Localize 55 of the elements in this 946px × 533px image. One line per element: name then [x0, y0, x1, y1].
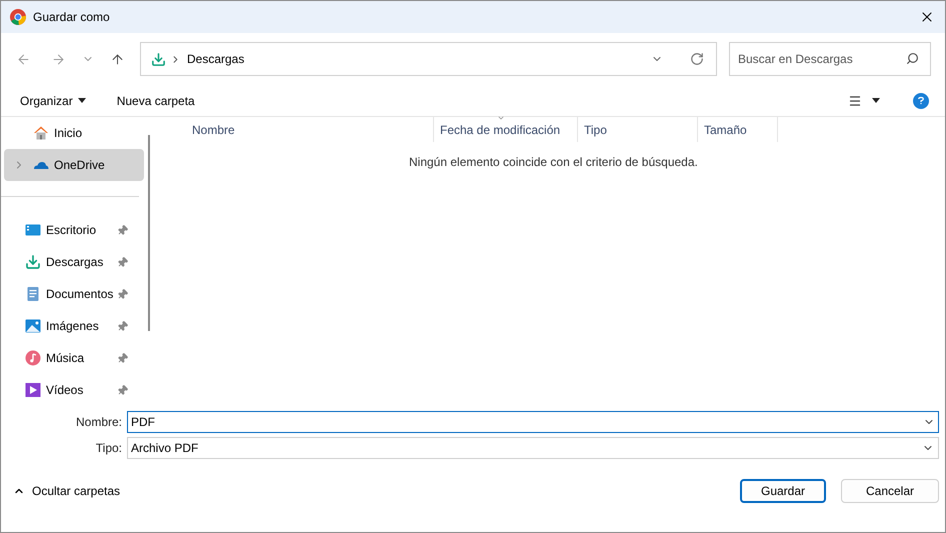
cancel-button[interactable]: Cancelar [841, 479, 939, 503]
dropdown-arrow-icon [78, 98, 86, 103]
view-options-button[interactable] [848, 94, 880, 108]
window-title: Guardar como [33, 9, 110, 26]
up-icon[interactable] [110, 52, 125, 66]
dropdown-arrow-icon [872, 98, 880, 103]
sidebar-item[interactable]: OneDrive [4, 149, 144, 181]
refresh-icon[interactable] [690, 52, 704, 66]
search-icon [906, 52, 919, 65]
help-icon[interactable] [913, 92, 929, 108]
sidebar-item[interactable]: Música [1, 342, 144, 374]
search-field[interactable]: Buscar en Descargas [729, 42, 931, 76]
sidebar-item[interactable]: Inicio [4, 117, 144, 149]
video-icon [25, 382, 41, 398]
sidebar-item[interactable]: Documentos [1, 278, 144, 310]
address-bar[interactable]: Descargas [140, 42, 717, 76]
sidebar-label: Documentos [46, 286, 114, 303]
hide-folders-button[interactable]: Ocultar carpetas [13, 482, 120, 500]
sidebar-label: Escritorio [46, 222, 98, 239]
column-header[interactable]: Nombre [151, 117, 434, 142]
desktop-icon [25, 222, 41, 238]
sidebar-label: Vídeos [46, 382, 84, 399]
forward-icon[interactable] [51, 52, 66, 66]
column-header[interactable]: Fecha de modificación [434, 117, 578, 142]
download-icon [151, 52, 166, 66]
breadcrumb[interactable]: Descargas [187, 50, 244, 68]
list-view-icon [848, 94, 862, 108]
file-type-label: Tipo: [94, 440, 122, 457]
new-folder-button[interactable]: Nueva carpeta [116, 92, 195, 110]
sidebar-item[interactable]: Imágenes [1, 310, 144, 342]
download-icon [25, 254, 41, 270]
sidebar-item[interactable]: Descargas [1, 246, 144, 278]
filename-field[interactable]: PDF [127, 411, 939, 433]
save-button[interactable]: Guardar [740, 479, 826, 503]
organize-button[interactable]: Organizar [20, 92, 86, 110]
sidebar-label: Inicio [54, 125, 84, 142]
sidebar-label: Música [46, 350, 86, 367]
column-header[interactable]: Tamaño [698, 117, 778, 142]
music-icon [25, 350, 41, 366]
image-icon [25, 318, 41, 334]
sort-indicator-icon [496, 114, 506, 122]
filename-label: Nombre: [74, 414, 122, 431]
document-icon [25, 286, 41, 302]
scrollbar[interactable] [148, 135, 150, 331]
file-type-dropdown[interactable]: Archivo PDF [127, 437, 939, 459]
column-header[interactable]: Tipo [578, 117, 698, 142]
sidebar-label: OneDrive [54, 157, 106, 174]
sidebar-item[interactable]: Vídeos [1, 374, 144, 406]
sidebar-item[interactable]: Escritorio [1, 214, 144, 246]
back-icon[interactable] [16, 52, 31, 66]
sidebar-label: Descargas [46, 254, 104, 271]
browser-logo-icon [10, 9, 26, 25]
sidebar-label: Imágenes [46, 318, 100, 335]
empty-message: Ningún elemento coincide con el criterio de búsqueda. [408, 154, 699, 171]
home-icon [33, 125, 49, 141]
